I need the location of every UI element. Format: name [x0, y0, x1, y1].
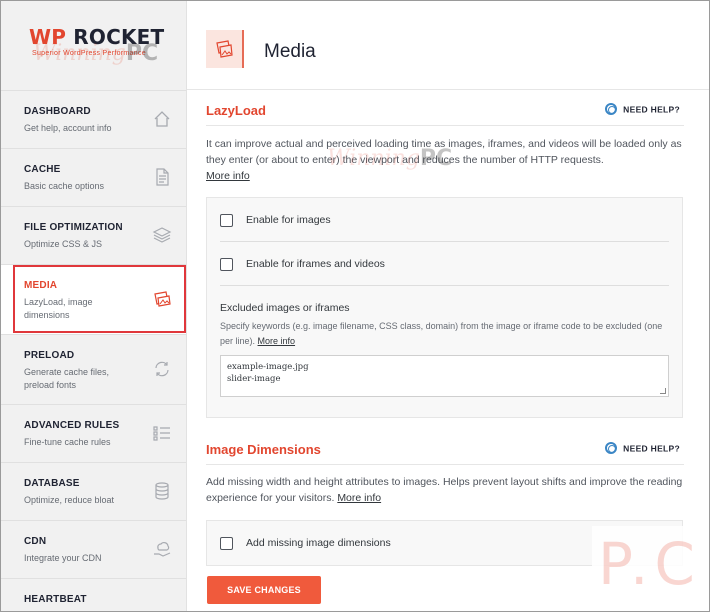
lazyload-more-info-link[interactable]: More info [206, 170, 250, 182]
media-icon [206, 30, 244, 68]
option-row-images: Enable for images [220, 198, 669, 242]
sidebar-item-cdn[interactable]: CDN Integrate your CDN [1, 521, 186, 579]
lazyload-help-link[interactable]: NEED HELP? [605, 103, 680, 116]
sidebar-item-dashboard[interactable]: DASHBOARD Get help, account info [1, 91, 186, 149]
sidebar-item-cache[interactable]: CACHE Basic cache options [1, 149, 186, 207]
logo-watermark: WinningPC [33, 41, 159, 66]
dimensions-section-header: Image Dimensions NEED HELP? [206, 441, 684, 465]
sidebar-nav: DASHBOARD Get help, account info CACHE B… [1, 90, 186, 611]
lazyload-options-panel: Enable for images Enable for iframes and… [206, 197, 683, 418]
excluded-heading: Excluded images or iframes [220, 302, 350, 314]
cloud-hand-icon [152, 539, 172, 559]
enable-iframes-checkbox[interactable] [220, 258, 233, 271]
sidebar-item-advanced-rules[interactable]: ADVANCED RULES Fine-tune cache rules [1, 405, 186, 463]
sidebar-item-heartbeat[interactable]: HEARTBEAT [1, 579, 186, 611]
active-item-highlight [13, 265, 186, 333]
page-header: Media [187, 1, 709, 90]
enable-iframes-label[interactable]: Enable for iframes and videos [246, 258, 385, 270]
sidebar-item-file-optimization[interactable]: FILE OPTIMIZATION Optimize CSS & JS [1, 207, 186, 265]
save-changes-button[interactable]: SAVE CHANGES [207, 576, 321, 604]
lazyload-description: It can improve actual and perceived load… [206, 138, 682, 182]
enable-images-checkbox[interactable] [220, 214, 233, 227]
add-dimensions-checkbox[interactable] [220, 537, 233, 550]
home-icon [152, 109, 172, 129]
excluded-more-info-link[interactable]: More info [258, 336, 296, 346]
database-icon [152, 481, 172, 501]
option-row-iframes: Enable for iframes and videos [220, 242, 669, 286]
sidebar-item-desc: Generate cache files, preload fonts [24, 367, 110, 390]
dimensions-description: Add missing width and height attributes … [206, 476, 683, 504]
excluded-field-group: Excluded images or iframes Specify keywo… [220, 286, 669, 397]
document-icon [152, 167, 172, 187]
sidebar-item-desc: Optimize, reduce bloat [24, 495, 115, 505]
sidebar: WP ROCKET Superior WordPress Performance… [1, 1, 187, 611]
resize-handle[interactable] [660, 388, 666, 394]
add-dimensions-label[interactable]: Add missing image dimensions [246, 537, 391, 549]
sidebar-item-desc: Fine-tune cache rules [24, 437, 111, 447]
app-window: WP ROCKET Superior WordPress Performance… [0, 0, 710, 612]
lifebuoy-icon [605, 103, 618, 115]
lazyload-section-header: LazyLoad NEED HELP? [206, 102, 684, 126]
excluded-description: Specify keywords (e.g. image filename, C… [220, 321, 663, 346]
dimensions-heading: Image Dimensions [206, 442, 321, 457]
enable-images-label[interactable]: Enable for images [246, 214, 331, 226]
sidebar-item-desc: Basic cache options [24, 181, 105, 191]
sidebar-item-desc: Optimize CSS & JS [24, 239, 103, 249]
corner-watermark: P.C [592, 526, 709, 606]
excluded-line: slider-image [227, 374, 281, 384]
list-icon [152, 423, 172, 443]
excluded-line: example-image.jpg [227, 362, 309, 372]
layers-icon [152, 225, 172, 245]
sidebar-item-title: HEARTBEAT [24, 594, 87, 605]
refresh-icon [152, 359, 172, 379]
lifebuoy-icon [605, 442, 618, 454]
page-title: Media [264, 41, 316, 62]
dimensions-more-info-link[interactable]: More info [337, 492, 381, 504]
sidebar-item-database[interactable]: DATABASE Optimize, reduce bloat [1, 463, 186, 521]
excluded-textarea[interactable]: example-image.jpg slider-image [220, 355, 669, 397]
main-content: Media LazyLoad NEED HELP? It can improve… [187, 1, 709, 611]
wp-rocket-logo: WP ROCKET Superior WordPress Performance… [1, 1, 186, 90]
sidebar-item-desc: Integrate your CDN [24, 553, 102, 563]
dimensions-help-link[interactable]: NEED HELP? [605, 442, 680, 455]
sidebar-item-desc: Get help, account info [24, 123, 112, 133]
sidebar-item-preload[interactable]: PRELOAD Generate cache files, preload fo… [1, 335, 186, 405]
corner-watermark-text: P.C [598, 530, 701, 598]
lazyload-heading: LazyLoad [206, 103, 266, 118]
